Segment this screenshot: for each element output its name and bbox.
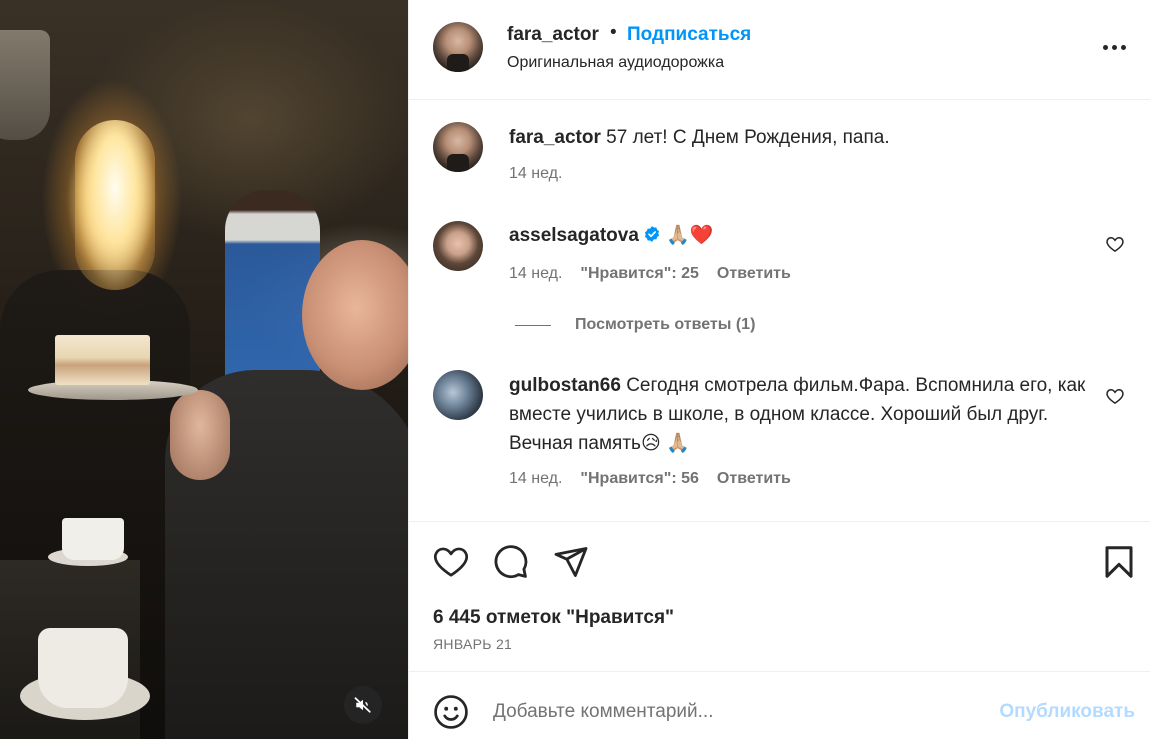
muted-speaker-icon [354, 697, 371, 713]
more-icon [1103, 44, 1108, 50]
comment-text: asselsagatova 🙏🏼❤️ [509, 221, 1099, 250]
avatar[interactable] [433, 221, 483, 271]
share-icon[interactable] [553, 544, 589, 580]
like-comment-icon[interactable] [1105, 234, 1125, 254]
caption-text: fara_actor 57 лет! С Днем Рождения, папа… [509, 123, 1099, 152]
comment-icon[interactable] [493, 544, 529, 580]
bookmark-icon[interactable] [1101, 544, 1137, 580]
comment-username[interactable]: gulbostan66 [509, 375, 621, 396]
comment-meta: 14 нед. "Нравится": 25 Ответить [509, 265, 791, 283]
birthday-cake [55, 335, 150, 385]
more-options-button[interactable] [1103, 38, 1131, 56]
divider-line [515, 324, 551, 326]
bowl [38, 628, 128, 708]
caption-body: 57 лет! С Днем Рождения, папа. [606, 127, 890, 148]
heart-icon[interactable] [433, 544, 469, 580]
comment-username[interactable]: asselsagatova [509, 225, 639, 246]
lamp-shade [0, 30, 50, 140]
caption-meta: 14 нед. [509, 165, 562, 183]
comment-likes[interactable]: "Нравится": 56 [580, 470, 699, 488]
like-comment-icon[interactable] [1105, 386, 1125, 406]
post-date[interactable]: ЯНВАРЬ 21 [433, 636, 512, 652]
likes-count[interactable]: 6 445 отметок "Нравится" [433, 607, 674, 629]
mute-button[interactable] [344, 686, 382, 724]
comment-meta: 14 нед. "Нравится": 56 Ответить [509, 470, 791, 488]
view-replies-button[interactable]: Посмотреть ответы (1) [515, 316, 755, 334]
comment-likes[interactable]: "Нравится": 25 [580, 265, 699, 283]
separator-dot: • [610, 22, 617, 43]
comment-text: gulbostan66 Сегодня смотрела фильм.Фара.… [509, 371, 1099, 458]
view-replies-label: Посмотреть ответы (1) [575, 316, 756, 333]
comment-time[interactable]: 14 нед. [509, 470, 562, 488]
comment-input[interactable] [493, 692, 973, 732]
comments-list[interactable]: fara_actor 57 лет! С Днем Рождения, папа… [409, 101, 1150, 521]
reply-button[interactable]: Ответить [717, 470, 791, 488]
action-bar: 6 445 отметок "Нравится" ЯНВАРЬ 21 [409, 521, 1150, 671]
candle-sparkler-glow [75, 120, 155, 290]
avatar[interactable] [433, 122, 483, 172]
verified-badge-icon [644, 226, 659, 242]
comment-composer: Опубликовать [409, 671, 1150, 739]
audio-track-link[interactable]: Оригинальная аудиодорожка [507, 54, 724, 72]
more-icon-dot [1121, 44, 1126, 50]
follow-button[interactable]: Подписаться [627, 24, 751, 46]
avatar[interactable] [433, 370, 483, 420]
post-side-panel: fara_actor • Подписаться Оригинальная ау… [408, 0, 1150, 739]
publish-button[interactable]: Опубликовать [999, 701, 1135, 723]
post-video[interactable] [0, 0, 408, 739]
comment-body: 🙏🏼❤️ [666, 225, 714, 246]
avatar[interactable] [433, 22, 483, 72]
author-username[interactable]: fara_actor [507, 24, 599, 46]
man-hand [170, 390, 230, 480]
caption-time[interactable]: 14 нед. [509, 165, 562, 183]
coffee-cup [62, 518, 124, 560]
emoji-icon[interactable] [433, 694, 469, 730]
post-header: fara_actor • Подписаться Оригинальная ау… [409, 0, 1150, 100]
comment-time[interactable]: 14 нед. [509, 265, 562, 283]
more-icon-dot [1112, 44, 1117, 50]
caption-username[interactable]: fara_actor [509, 127, 601, 148]
reply-button[interactable]: Ответить [717, 265, 791, 283]
